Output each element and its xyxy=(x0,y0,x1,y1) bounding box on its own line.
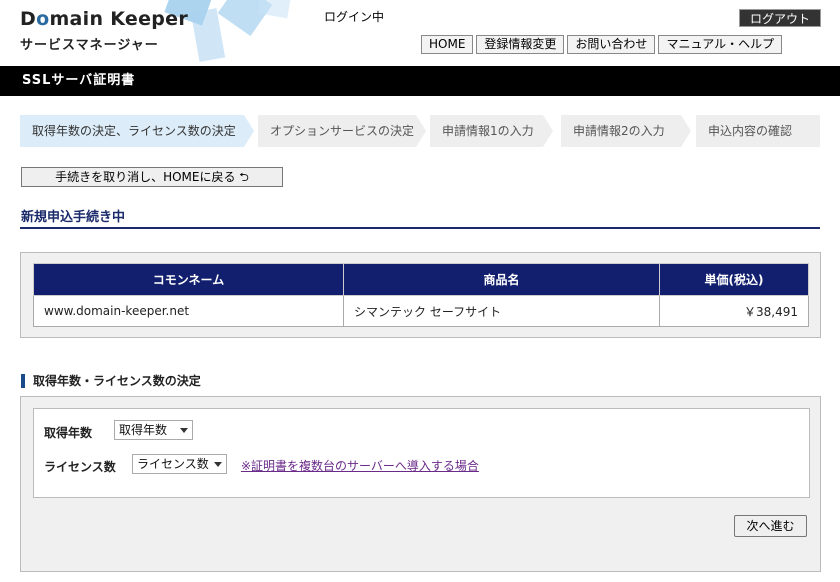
header-unit-price: 単価(税込) xyxy=(659,263,809,296)
logout-button[interactable]: ログアウト xyxy=(739,9,821,27)
step-4: 申請情報2の入力 xyxy=(561,115,681,147)
table-row: www.domain-keeper.net シマンテック セーフサイト ￥38,… xyxy=(33,295,809,327)
step-3: 申請情報1の入力 xyxy=(430,115,543,147)
step-arrow xyxy=(244,115,254,147)
license-select-value: ライセンス数 xyxy=(137,457,209,471)
page-title-bar: SSLサーバ証明書 xyxy=(0,66,840,96)
nav-manual-help[interactable]: マニュアル・ヘルプ xyxy=(658,35,783,54)
chevron-down-icon xyxy=(180,428,188,433)
nav-registration-change[interactable]: 登録情報変更 xyxy=(476,35,565,54)
step-arrow xyxy=(681,115,691,147)
nav-home[interactable]: HOME xyxy=(421,35,474,54)
header-product-name: 商品名 xyxy=(343,263,660,296)
step-1: 取得年数の決定、ライセンス数の決定 xyxy=(20,115,244,147)
product-table: コモンネーム 商品名 単価(税込) www.domain-keeper.net … xyxy=(33,263,809,327)
site-header: Domain Keeper サービスマネージャー ログイン中 ログアウト HOM… xyxy=(0,0,840,66)
license-form: 取得年数 取得年数 ライセンス数 ライセンス数 ※証明書を複数台のサーバーへ導入… xyxy=(33,408,810,498)
license-section-heading: 取得年数・ライセンス数の決定 xyxy=(21,374,201,388)
license-count-label: ライセンス数 xyxy=(44,460,116,474)
product-table-panel: コモンネーム 商品名 単価(税込) www.domain-keeper.net … xyxy=(20,252,821,338)
step-arrow xyxy=(416,115,426,147)
years-select[interactable]: 取得年数 xyxy=(114,420,193,440)
chevron-down-icon xyxy=(214,462,222,467)
step-arrow xyxy=(543,115,553,147)
license-panel: 取得年数 取得年数 ライセンス数 ライセンス数 ※証明書を複数台のサーバーへ導入… xyxy=(20,396,821,572)
logo-title-part: D xyxy=(20,8,37,30)
years-label: 取得年数 xyxy=(44,426,93,440)
cell-product-name: シマンテック セーフサイト xyxy=(343,295,660,327)
logo-title[interactable]: Domain Keeper xyxy=(20,8,188,30)
cancel-and-home-button[interactable]: 手続きを取り消し、HOMEに戻る ⮌ xyxy=(21,167,283,187)
cell-common-name: www.domain-keeper.net xyxy=(33,295,344,327)
cell-unit-price: ￥38,491 xyxy=(659,295,809,327)
step-2: オプションサービスの決定 xyxy=(258,115,416,147)
section-divider xyxy=(20,227,820,229)
license-count-select[interactable]: ライセンス数 xyxy=(132,454,227,474)
login-status: ログイン中 xyxy=(324,10,385,24)
top-nav: HOME 登録情報変更 お問い合わせ マニュアル・ヘルプ xyxy=(421,35,785,54)
step-5: 申込内容の確認 xyxy=(696,115,820,147)
next-button[interactable]: 次へ進む xyxy=(734,515,807,537)
header-common-name: コモンネーム xyxy=(33,263,344,296)
logo-subtitle: サービスマネージャー xyxy=(20,38,159,53)
years-select-value: 取得年数 xyxy=(119,423,168,437)
section-heading: 新規申込手続き中 xyxy=(21,210,126,225)
logo-title-part: main Keeper xyxy=(49,8,189,30)
multi-server-link[interactable]: ※証明書を複数台のサーバーへ導入する場合 xyxy=(241,457,479,474)
logo-title-part: o xyxy=(36,8,50,30)
nav-contact[interactable]: お問い合わせ xyxy=(567,35,656,54)
